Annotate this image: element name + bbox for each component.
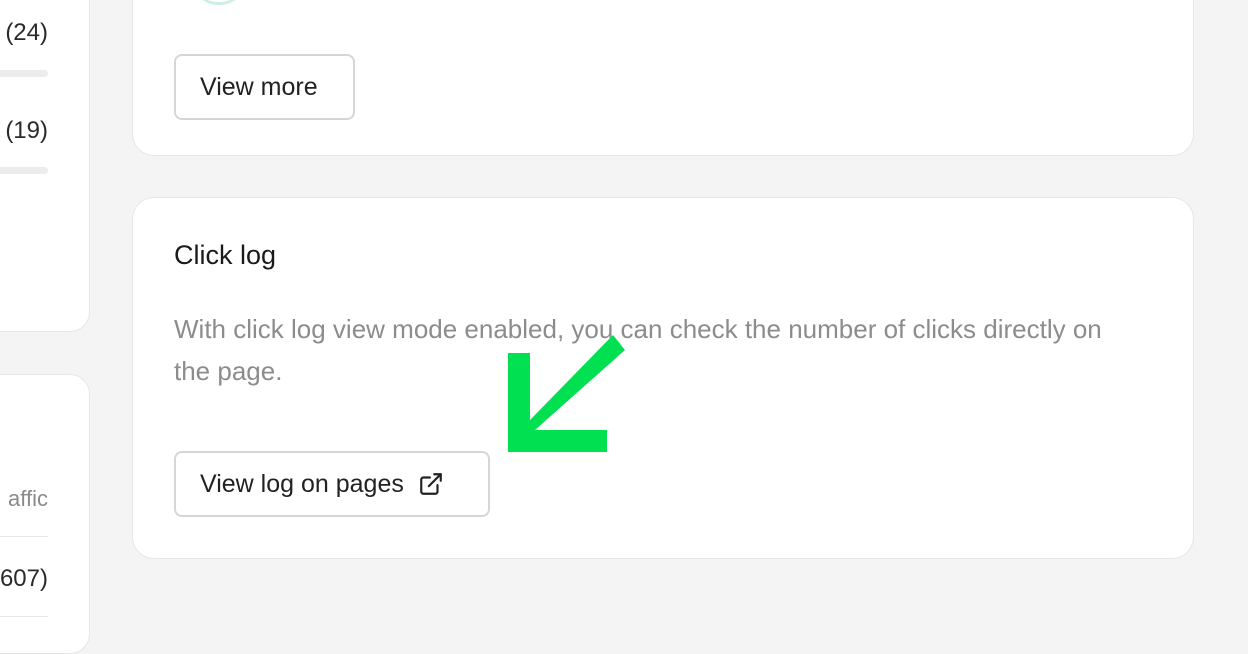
left-stats-card: (24) (19) (0, 0, 90, 332)
traffic-label: affic (8, 486, 48, 511)
left-divider (0, 536, 48, 537)
upper-card: View more (132, 0, 1194, 156)
avatar-ring (189, 0, 249, 5)
external-link-icon (418, 471, 444, 497)
click-log-title: Click log (174, 240, 277, 270)
click-log-description: With click log view mode enabled, you ca… (174, 314, 1102, 386)
left-count-3: 607) (0, 565, 48, 592)
left-progress-bar-1 (0, 70, 48, 77)
left-column: (24) (19) affic 607) (0, 0, 90, 654)
left-divider-2 (0, 616, 48, 617)
left-count-1: (24) (5, 19, 48, 46)
click-log-card: Click log With click log view mode enabl… (132, 197, 1194, 559)
left-traffic-card: affic 607) (0, 374, 90, 654)
view-log-on-pages-button[interactable]: View log on pages (174, 451, 490, 517)
view-more-button[interactable]: View more (174, 54, 355, 120)
left-count-2: (19) (5, 117, 48, 144)
left-progress-bar-2 (0, 167, 48, 174)
view-log-label: View log on pages (200, 469, 404, 498)
